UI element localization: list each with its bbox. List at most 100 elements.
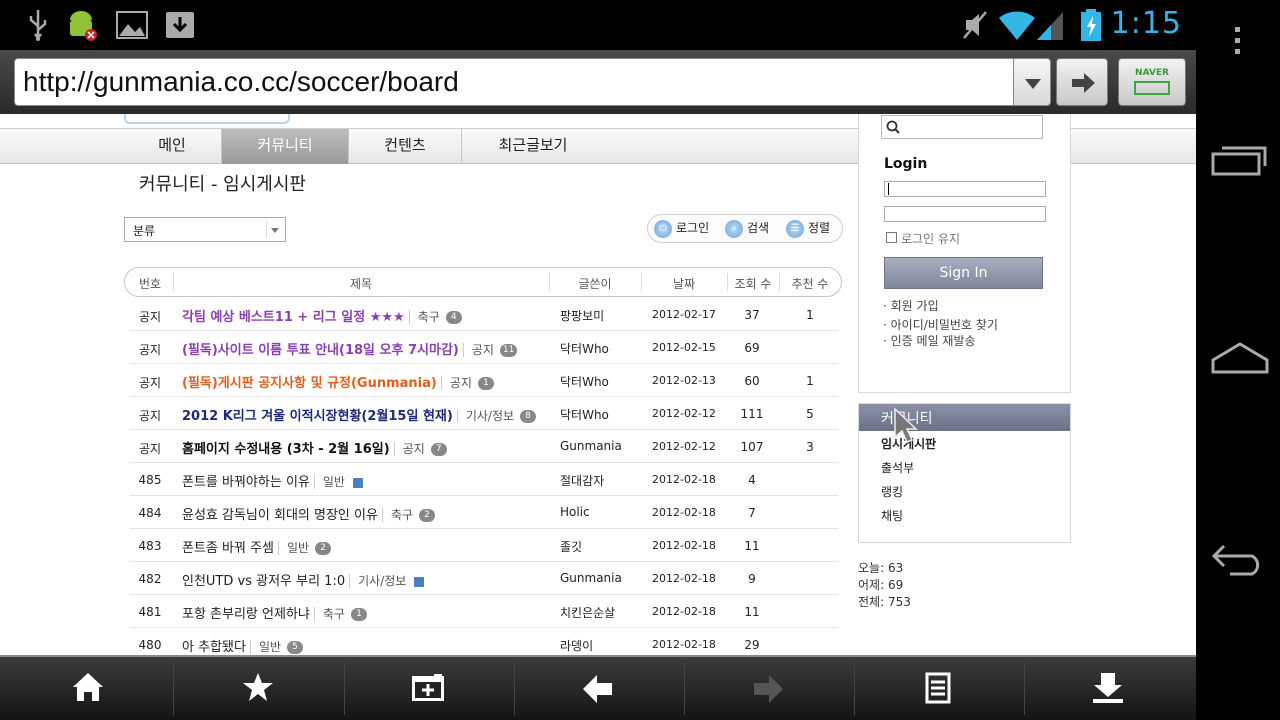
comment-count-badge: 5 bbox=[287, 641, 304, 654]
post-number: 공지 bbox=[138, 376, 162, 390]
post-recommend: 1 bbox=[806, 374, 814, 388]
post-number: 공지 bbox=[138, 310, 162, 324]
col-header-no: 번호 bbox=[138, 277, 162, 291]
post-views: 107 bbox=[740, 440, 764, 454]
image-icon bbox=[115, 8, 149, 42]
toolbar-bookmark-button[interactable] bbox=[174, 657, 344, 720]
battery-charging-icon bbox=[1078, 8, 1104, 42]
resend-verification-link[interactable]: · 인증 메일 재발송 bbox=[883, 332, 976, 349]
url-history-dropdown[interactable] bbox=[1013, 58, 1051, 106]
table-row[interactable]: 공지 홈페이지 수정내용 (3차 - 2월 16일) 공지 7 Gunmania 2012… bbox=[130, 430, 838, 463]
username-field[interactable] bbox=[884, 181, 1046, 197]
remember-me-checkbox[interactable] bbox=[886, 232, 897, 243]
post-author[interactable]: 닥터Who bbox=[560, 406, 609, 423]
post-author[interactable]: Gunmania bbox=[560, 571, 622, 585]
post-author[interactable]: 닥터Who bbox=[560, 340, 609, 357]
login-panel: Login 로그인 유지 Sign In · 회원 가입 · 아이디/비밀번호 … bbox=[858, 114, 1071, 393]
login-tool-button[interactable]: ⏻ 로그인 bbox=[654, 219, 709, 238]
resend-verification-link-label: 인증 메일 재발송 bbox=[890, 334, 976, 348]
post-author[interactable]: 팡팡보미 bbox=[560, 307, 604, 324]
site-search-box-edge[interactable] bbox=[124, 114, 290, 124]
text-cursor bbox=[888, 183, 889, 195]
mouse-pointer-icon bbox=[894, 407, 918, 443]
go-button[interactable] bbox=[1056, 58, 1108, 106]
signal-icon bbox=[1035, 8, 1065, 42]
post-title-cell: 2012 K리그 겨울 이적시장현황(2월15일 현재) 기사/정보 8 bbox=[182, 405, 537, 424]
status-bar: 1:15 bbox=[0, 0, 1196, 50]
post-number: 480 bbox=[138, 638, 162, 652]
attachment-icon bbox=[352, 477, 363, 488]
android-debug-icon bbox=[64, 8, 100, 42]
signup-link[interactable]: · 회원 가입 bbox=[883, 297, 939, 314]
table-row[interactable]: 482 인천UTD vs 광저우 부리 1:0 기사/정보 Gunmania 2012-… bbox=[130, 562, 838, 595]
table-row[interactable]: 485 폰트를 바꿔야하는 이유 일반 절대감자 2012-02-18 4 bbox=[130, 463, 838, 496]
post-author[interactable]: Holic bbox=[560, 505, 590, 519]
toolbar-download-button[interactable] bbox=[1025, 657, 1195, 720]
sign-in-button[interactable]: Sign In bbox=[884, 257, 1043, 289]
post-title-link[interactable]: 홈페이지 수정내용 (3차 - 2월 16일) bbox=[182, 442, 390, 457]
post-title-link[interactable]: 각팀 예상 베스트11 + 리그 일정 ★★★ bbox=[182, 310, 405, 325]
post-author[interactable]: 라뎅이 bbox=[560, 637, 593, 654]
naver-search-button[interactable]: NAVER bbox=[1118, 58, 1186, 106]
toolbar-forward-button[interactable] bbox=[685, 657, 855, 720]
post-title-link[interactable]: (필독)게시판 공지사항 및 규정(Gunmania) bbox=[182, 376, 437, 391]
post-title-cell: 홈페이지 수정내용 (3차 - 2월 16일) 공지 7 bbox=[182, 438, 447, 457]
post-title-cell: (필독)게시판 공지사항 및 규정(Gunmania) 공지 1 bbox=[182, 372, 494, 391]
post-title-cell: 폰트를 바꿔야하는 이유 일반 bbox=[182, 471, 363, 490]
post-author[interactable]: 치킨은순살 bbox=[560, 604, 615, 621]
comment-count-badge: 8 bbox=[520, 410, 537, 423]
nav-tab-community[interactable]: 커뮤니티 bbox=[222, 129, 348, 164]
sort-tool-button[interactable]: ☰ 정렬 bbox=[786, 219, 830, 238]
find-account-link[interactable]: · 아이디/비밀번호 찾기 bbox=[883, 316, 998, 333]
post-date: 2012-02-17 bbox=[652, 308, 716, 321]
post-category: 기사/정보 bbox=[456, 409, 515, 423]
community-item-chat[interactable]: 채팅 bbox=[881, 507, 903, 524]
table-row[interactable]: 공지 2012 K리그 겨울 이적시장현황(2월15일 현재) 기사/정보 8 닥터Wh… bbox=[130, 397, 838, 430]
post-title-link[interactable]: 폰트좀 바꿔 주셈 bbox=[182, 541, 274, 556]
post-title-link[interactable]: 폰트를 바꿔야하는 이유 bbox=[182, 475, 310, 490]
post-author[interactable]: 닥터Who bbox=[560, 373, 609, 390]
overflow-menu-icon[interactable] bbox=[1226, 24, 1250, 58]
table-row[interactable]: 483 폰트좀 바꿔 주셈 일반 2 졸깃 2012-02-18 11 bbox=[130, 529, 838, 562]
post-title-link[interactable]: 윤성효 감독님이 회대의 명장인 이유 bbox=[182, 508, 378, 523]
nav-tab-main[interactable]: 메인 bbox=[124, 129, 220, 164]
community-item-ranking[interactable]: 랭킹 bbox=[881, 483, 903, 500]
nav-tab-contents[interactable]: 컨텐츠 bbox=[349, 129, 461, 164]
nav-tab-recent-posts[interactable]: 최근글보기 bbox=[462, 129, 604, 164]
home-icon[interactable] bbox=[1210, 340, 1270, 380]
table-row[interactable]: 484 윤성효 감독님이 회대의 명장인 이유 축구 2 Holic 2012-02-18… bbox=[130, 496, 838, 529]
toolbar-new-tab-button[interactable] bbox=[345, 657, 515, 720]
recent-apps-icon[interactable] bbox=[1210, 140, 1270, 180]
usb-icon bbox=[26, 8, 50, 42]
post-author[interactable]: 절대감자 bbox=[560, 472, 604, 489]
toolbar-menu-button[interactable] bbox=[855, 657, 1025, 720]
comment-count-badge: 1 bbox=[477, 377, 494, 390]
table-row[interactable]: 480 아 추합됐다 일반 5 라뎅이 2012-02-18 29 bbox=[130, 628, 838, 655]
table-row[interactable]: 공지 각팀 예상 베스트11 + 리그 일정 ★★★ 축구 4 팡팡보미 2012-02-… bbox=[130, 298, 838, 331]
post-title-link[interactable]: 인천UTD vs 광저우 부리 1:0 bbox=[182, 574, 345, 589]
password-field[interactable] bbox=[884, 206, 1046, 222]
toolbar-home-button[interactable] bbox=[3, 657, 173, 720]
url-input[interactable]: http://gunmania.co.cc/soccer/board bbox=[14, 58, 1014, 106]
status-clock: 1:15 bbox=[1110, 6, 1182, 41]
post-title-link[interactable]: 2012 K리그 겨울 이적시장현황(2월15일 현재) bbox=[182, 409, 453, 424]
new-tab-icon bbox=[412, 674, 444, 701]
back-icon[interactable] bbox=[1210, 540, 1270, 580]
post-title-link[interactable]: (필독)사이트 이름 투표 안내(18일 오후 7시마감) bbox=[182, 343, 459, 358]
post-title-link[interactable]: 포항 촌부리랑 언제하냐 bbox=[182, 607, 310, 622]
table-row[interactable]: 481 포항 촌부리랑 언제하냐 축구 1 치킨은순살 2012-02-18 11 bbox=[130, 595, 838, 628]
post-author[interactable]: 졸깃 bbox=[560, 538, 582, 555]
table-row[interactable]: 공지 (필독)사이트 이름 투표 안내(18일 오후 7시마감) 공지 11 닥터Who… bbox=[130, 331, 838, 364]
post-author[interactable]: Gunmania bbox=[560, 439, 622, 453]
post-views: 29 bbox=[744, 638, 760, 652]
arrow-right-icon bbox=[1072, 73, 1095, 93]
post-category: 축구 bbox=[381, 508, 414, 522]
search-tool-button[interactable]: ⌕ 검색 bbox=[725, 219, 769, 238]
sidebar-search-input[interactable] bbox=[881, 115, 1043, 139]
toolbar-back-button[interactable] bbox=[515, 657, 685, 720]
community-item-attendance[interactable]: 출석부 bbox=[881, 459, 914, 476]
category-select[interactable]: 분류 bbox=[124, 217, 286, 242]
table-row[interactable]: 공지 (필독)게시판 공지사항 및 규정(Gunmania) 공지 1 닥터Who 201… bbox=[130, 364, 838, 397]
post-title-link[interactable]: 아 추합됐다 bbox=[182, 640, 246, 655]
download-icon bbox=[1093, 673, 1123, 703]
